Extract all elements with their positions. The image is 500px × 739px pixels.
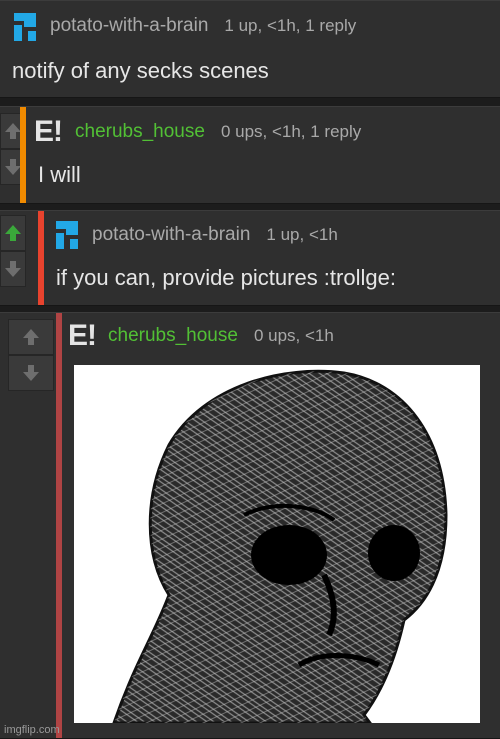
- comment-text: if you can, provide pictures :trollge:: [56, 265, 396, 290]
- comment-username[interactable]: cherubs_house: [75, 121, 205, 143]
- thread-bar: [38, 211, 44, 305]
- comment-text: I will: [38, 162, 81, 187]
- e-exclamation-avatar-icon[interactable]: E!: [34, 115, 63, 149]
- comment-meta: 1 up, <1h: [266, 225, 338, 244]
- thread-bar: [56, 313, 62, 738]
- up-arrow-icon: [23, 329, 39, 345]
- downvote-button[interactable]: [0, 251, 26, 287]
- upvote-button[interactable]: [8, 319, 54, 355]
- comment-username[interactable]: cherubs_house: [108, 325, 238, 347]
- comment-3: potato-with-a-brain 1 up, <1h if you can…: [0, 210, 500, 306]
- upvote-button[interactable]: [0, 215, 26, 251]
- comment-text: notify of any secks scenes: [12, 58, 269, 83]
- downvote-button[interactable]: [8, 355, 54, 391]
- blue-block-avatar-icon[interactable]: [10, 9, 40, 45]
- comment-meta: 0 ups, <1h, 1 reply: [220, 122, 362, 141]
- comment-1: potato-with-a-brain 1 up, <1h, 1 reply n…: [0, 0, 500, 98]
- comment-image[interactable]: [74, 365, 480, 723]
- e-exclamation-avatar-icon[interactable]: E!: [68, 319, 97, 353]
- comment-username[interactable]: potato-with-a-brain: [50, 15, 208, 37]
- imgflip-watermark: imgflip.com: [4, 724, 60, 736]
- up-arrow-icon: [5, 225, 21, 241]
- comment-meta: 0 ups, <1h: [253, 326, 334, 345]
- thread-bar: [20, 107, 26, 203]
- comment-2: E! cherubs_house 0 ups, <1h, 1 reply I w…: [0, 106, 500, 204]
- blue-block-avatar-icon[interactable]: [52, 217, 82, 253]
- down-arrow-icon: [5, 261, 21, 277]
- comment-4: E! cherubs_house 0 ups, <1h imgflip.com: [0, 312, 500, 739]
- wojak-scribble-face-image: [112, 369, 448, 723]
- down-arrow-icon: [23, 365, 39, 381]
- comment-username[interactable]: potato-with-a-brain: [92, 224, 250, 246]
- comment-meta: 1 up, <1h, 1 reply: [224, 16, 357, 35]
